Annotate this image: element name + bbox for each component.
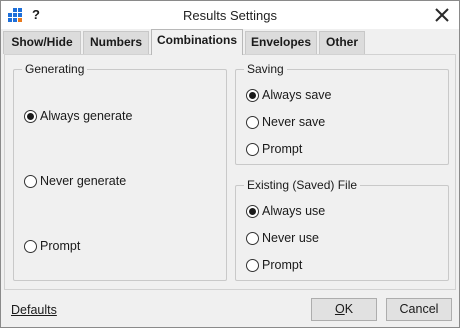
existing-file-legend: Existing (Saved) File (244, 178, 361, 192)
radio-label: Never save (262, 115, 326, 129)
radio-never-generate[interactable]: Never generate (24, 173, 126, 189)
tab-strip: Show/Hide Numbers Combinations Envelopes… (1, 29, 459, 55)
tab-show-hide[interactable]: Show/Hide (3, 31, 81, 54)
cancel-button[interactable]: Cancel (386, 298, 452, 321)
ok-button[interactable]: OK (311, 298, 377, 321)
radio-label: Prompt (262, 258, 303, 272)
close-button[interactable] (431, 4, 453, 26)
radio-dot (24, 109, 37, 123)
radio-always-use[interactable]: Always use (246, 203, 325, 219)
title-bar: ? Results Settings (1, 1, 459, 29)
tab-numbers[interactable]: Numbers (83, 31, 149, 54)
radio-never-save[interactable]: Never save (246, 114, 325, 130)
radio-dot (246, 88, 259, 102)
close-icon (435, 8, 449, 22)
saving-group: Saving Always save Never save Prompt (235, 62, 449, 165)
radio-dot (246, 115, 259, 129)
radio-dot (24, 174, 37, 188)
radio-label: Prompt (262, 142, 303, 156)
radio-label: Never use (262, 231, 319, 245)
radio-label: Always generate (40, 109, 133, 123)
combinations-panel: Generating Always generate Never generat… (4, 54, 456, 290)
radio-dot (246, 231, 259, 245)
radio-save-prompt[interactable]: Prompt (246, 141, 302, 157)
generating-group: Generating Always generate Never generat… (13, 62, 227, 281)
tab-combinations[interactable]: Combinations (151, 29, 243, 55)
radio-label: Always save (262, 88, 332, 102)
radio-dot (246, 204, 259, 218)
saving-legend: Saving (244, 62, 287, 76)
ok-label-rest: K (344, 302, 354, 316)
tab-other[interactable]: Other (319, 31, 365, 54)
window-title: Results Settings (183, 8, 277, 23)
radio-never-use[interactable]: Never use (246, 230, 319, 246)
radio-label: Always use (262, 204, 326, 218)
ok-mnemonic: O (334, 302, 345, 316)
radio-dot (246, 258, 259, 272)
generating-legend: Generating (22, 62, 88, 76)
radio-always-save[interactable]: Always save (246, 87, 331, 103)
radio-dot (24, 239, 37, 253)
radio-label: Never generate (40, 174, 127, 188)
results-settings-dialog: ? Results Settings Show/Hide Numbers Com… (0, 0, 460, 328)
radio-always-generate[interactable]: Always generate (24, 108, 132, 124)
existing-file-group: Existing (Saved) File Always use Never u… (235, 178, 449, 281)
radio-dot (246, 142, 259, 156)
radio-use-prompt[interactable]: Prompt (246, 257, 302, 273)
tab-envelopes[interactable]: Envelopes (245, 31, 317, 54)
defaults-link[interactable]: Defaults (11, 303, 57, 317)
radio-label: Prompt (40, 239, 81, 253)
radio-generate-prompt[interactable]: Prompt (24, 238, 80, 254)
